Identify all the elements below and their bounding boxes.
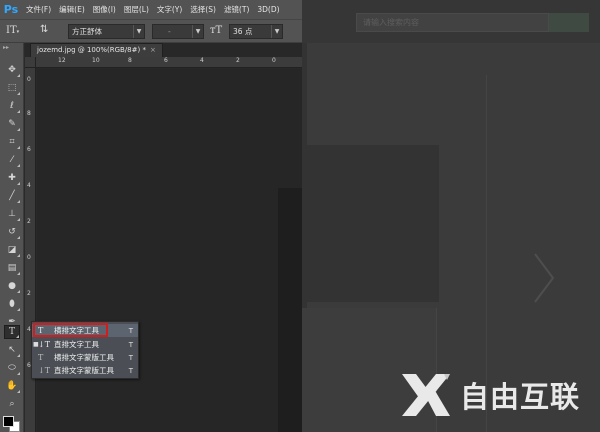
menu-select[interactable]: 选择(S) — [186, 4, 220, 15]
font-family-value: 方正舒体 — [72, 27, 102, 36]
ruler-label: 0 — [27, 76, 31, 83]
clone-stamp-tool-icon[interactable]: ⊥ — [4, 207, 20, 221]
webpage-header: 请输入搜索内容 — [302, 0, 600, 43]
eyedropper-tool-icon[interactable]: ⁄ — [4, 153, 20, 167]
vertical-type-icon: ↓T — [38, 340, 51, 349]
crop-tool-icon[interactable]: ⌗ — [4, 135, 20, 149]
type-tool-icon[interactable]: T — [4, 325, 20, 339]
ruler-label: 8 — [27, 110, 31, 117]
ruler-label: 6 — [27, 146, 31, 153]
webpage-image-placeholder — [302, 145, 439, 302]
menu-item-label: 直排文字蒙版工具 — [54, 366, 114, 375]
red-highlight-box — [33, 323, 108, 337]
ruler-label: 0 — [272, 57, 276, 64]
chevron-down-icon: ▼ — [192, 25, 203, 38]
horizontal-ruler[interactable]: 12 10 8 6 4 2 0 — [36, 57, 302, 68]
eraser-tool-icon[interactable]: ◪ — [4, 243, 20, 257]
ruler-label: 2 — [27, 290, 31, 297]
ruler-origin[interactable] — [25, 57, 36, 68]
options-bar: IT▾ ⇅ 方正舒体 ▼ - ▼ ᴛT 36 点 ▼ — [0, 19, 302, 43]
menu-item-label: 直排文字工具 — [54, 340, 99, 349]
hand-tool-icon[interactable]: ✋ — [4, 379, 20, 393]
ruler-label: 12 — [58, 57, 66, 64]
font-size-value: 36 点 — [233, 27, 253, 36]
dimmed-webpage: 请输入搜索内容 — [302, 0, 600, 432]
dodge-tool-icon[interactable]: ⬮ — [4, 297, 20, 311]
close-icon[interactable]: × — [150, 46, 156, 54]
menu-item-label: 横排文字蒙版工具 — [54, 353, 114, 362]
font-size-select[interactable]: 36 点 ▼ — [229, 24, 283, 39]
ruler-label: 0 — [27, 254, 31, 261]
path-selection-tool-icon[interactable]: ↖ — [4, 343, 20, 357]
menu-image[interactable]: 图像(I) — [89, 4, 120, 15]
zoom-tool-icon[interactable]: ⌕ — [4, 397, 20, 411]
search-button[interactable] — [549, 13, 589, 32]
watermark-logo: 自由互联 — [400, 372, 580, 418]
font-size-icon: ᴛT — [210, 25, 223, 36]
menu-item-vertical-type[interactable]: ■ ↓T 直排文字工具 T — [32, 338, 138, 351]
horizontal-type-mask-icon: T — [38, 353, 44, 362]
photoshop-logo: Ps — [3, 3, 19, 16]
lasso-tool-icon[interactable]: ℓ — [4, 99, 20, 113]
quick-selection-tool-icon[interactable]: ✎ — [4, 117, 20, 131]
ruler-label: 2 — [236, 57, 240, 64]
menu-file[interactable]: 文件(F) — [22, 4, 55, 15]
healing-brush-tool-icon[interactable]: ✚ — [4, 171, 20, 185]
history-brush-tool-icon[interactable]: ↺ — [4, 225, 20, 239]
move-tool-icon[interactable]: ✥ — [4, 63, 20, 77]
menu-layer[interactable]: 图层(L) — [120, 4, 153, 15]
brush-tool-icon[interactable]: ╱ — [4, 189, 20, 203]
menu-edit[interactable]: 编辑(E) — [55, 4, 89, 15]
menu-item-vertical-type-mask[interactable]: ↓T 直排文字蒙版工具 T — [32, 364, 138, 377]
chevron-right-icon[interactable] — [532, 252, 556, 304]
menu-bar: Ps 文件(F) 编辑(E) 图像(I) 图层(L) 文字(Y) 选择(S) 滤… — [0, 0, 302, 19]
document-tab[interactable]: jozemd.jpg @ 100%(RGB/8#) * × — [30, 43, 163, 57]
gradient-tool-icon[interactable]: ▤ — [4, 261, 20, 275]
shortcut-key: T — [128, 340, 133, 349]
font-family-select[interactable]: 方正舒体 ▼ — [68, 24, 145, 39]
search-input[interactable]: 请输入搜索内容 — [356, 13, 549, 32]
menu-3d[interactable]: 3D(D) — [253, 5, 283, 14]
menu-filter[interactable]: 滤镜(T) — [220, 4, 253, 15]
photoshop-window: Ps 文件(F) 编辑(E) 图像(I) 图层(L) 文字(Y) 选择(S) 滤… — [0, 0, 302, 432]
type-tool-preset-icon[interactable]: IT▾ — [6, 25, 19, 36]
document-tab-title: jozemd.jpg @ 100%(RGB/8#) * — [37, 46, 146, 54]
watermark-text: 自由互联 — [460, 380, 581, 414]
canvas-shadow-block — [278, 188, 302, 432]
menu-item-horizontal-type-mask[interactable]: T 横排文字蒙版工具 T — [32, 351, 138, 364]
ruler-label: 8 — [128, 57, 132, 64]
x-logo-icon — [402, 374, 450, 416]
menu-type[interactable]: 文字(Y) — [153, 4, 186, 15]
ruler-label: 6 — [164, 57, 168, 64]
shortcut-key: T — [128, 353, 133, 362]
chevron-down-icon: ▼ — [271, 25, 282, 38]
ruler-label: 2 — [27, 218, 31, 225]
shortcut-key: T — [128, 326, 133, 335]
font-style-select[interactable]: - ▼ — [152, 24, 204, 39]
chevron-down-icon: ▼ — [133, 25, 144, 38]
font-style-value: - — [168, 27, 171, 36]
ruler-label: 4 — [200, 57, 204, 64]
toggle-orientation-icon[interactable]: ⇅ — [40, 24, 48, 35]
tools-panel: ▸▸ ✥ ⬚ ℓ ✎ ⌗ ⁄ ✚ ╱ ⊥ ↺ ◪ ▤ ● ⬮ ✒ T ↖ ⬭ ✋… — [0, 43, 24, 432]
foreground-color-swatch[interactable] — [3, 416, 14, 427]
ruler-label: 10 — [92, 57, 100, 64]
collapse-panel-icon[interactable]: ▸▸ — [3, 44, 9, 51]
vertical-type-mask-icon: ↓T — [38, 366, 51, 375]
shortcut-key: T — [128, 366, 133, 375]
type-tool-flyout-menu: T 横排文字工具 T ■ ↓T 直排文字工具 T T 横排文字蒙版工具 T ↓T… — [31, 321, 139, 379]
shape-tool-icon[interactable]: ⬭ — [4, 361, 20, 375]
blur-tool-icon[interactable]: ● — [4, 279, 20, 293]
ruler-label: 4 — [27, 182, 31, 189]
marquee-tool-icon[interactable]: ⬚ — [4, 81, 20, 95]
